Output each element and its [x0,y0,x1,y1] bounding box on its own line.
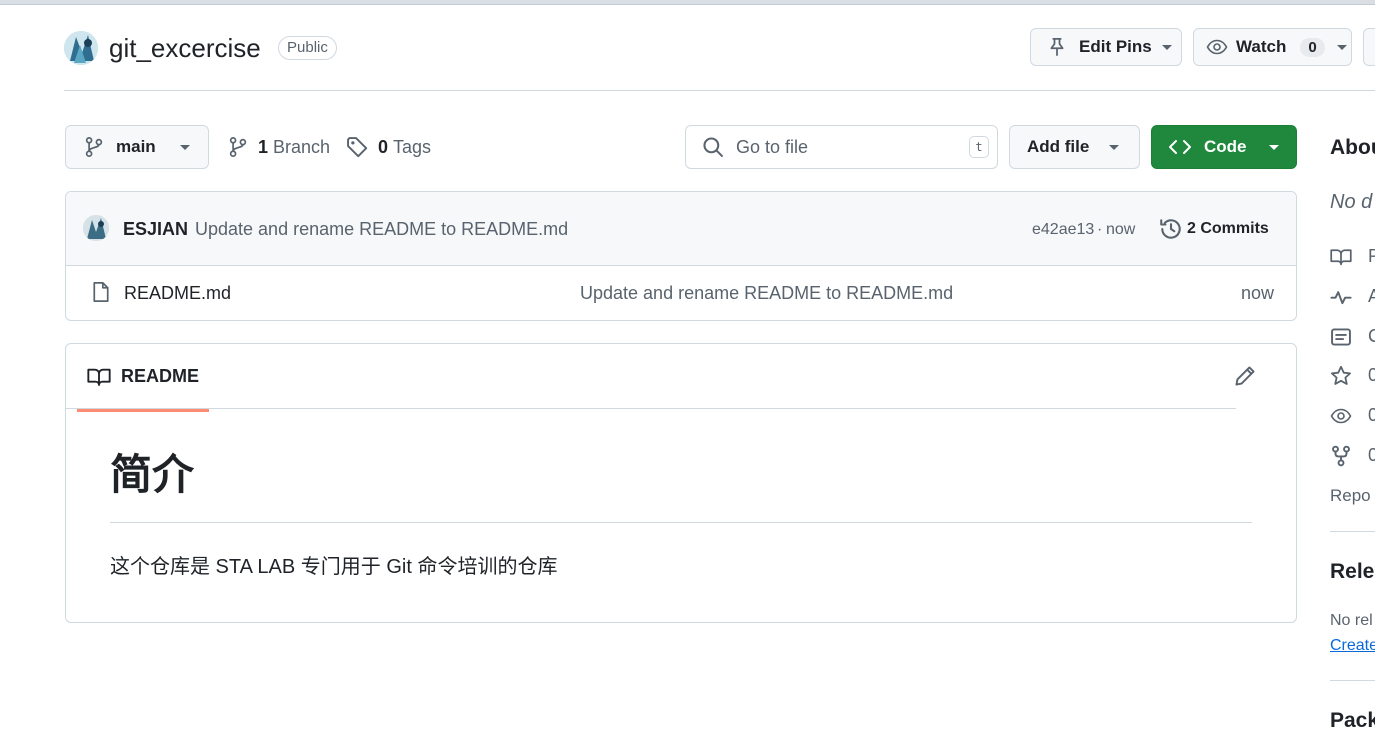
sidebar-activity-link[interactable]: A [1368,286,1375,307]
pulse-icon [1330,291,1352,305]
watch-button[interactable]: Watch 0 [1193,28,1352,66]
report-repository-link[interactable]: Repo [1330,486,1371,506]
branch-icon [85,136,103,158]
readme-tab-divider [66,408,1236,409]
pin-icon [1050,38,1064,56]
add-file-label: Add file [1027,137,1090,156]
watch-count: 0 [1300,37,1325,57]
edit-pins-button[interactable]: Edit Pins [1030,28,1182,66]
comment-icon [1331,328,1351,346]
code-button[interactable]: Code [1151,125,1297,169]
chevron-down-icon [1336,44,1347,50]
branch-label: Branch [273,136,331,157]
readme-box: README 简介 这个仓库是 STA LAB 专门用于 Git 命令培训的仓库 [65,343,1297,623]
commit-separator: · [1097,221,1103,238]
about-title: Abou [1330,136,1375,159]
tag-label: Tags [393,136,432,157]
branches-link[interactable]: 1 Branch [228,136,330,158]
no-releases-text: No rel [1330,612,1373,629]
readme-body-text: 这个仓库是 STA LAB 专门用于 Git 命令培训的仓库 [110,556,558,578]
readme-heading: 简介 [110,451,195,498]
sidebar-watching-count[interactable]: 0 [1368,405,1375,426]
commit-author[interactable]: ESJIAN [123,219,188,240]
code-label: Code [1204,137,1247,156]
file-time: now [1240,283,1274,303]
book-icon [87,368,111,386]
commits-count-label: 2 Commits [1187,220,1269,237]
readme-tab-label: README [120,366,199,386]
fork-button-partial[interactable] [1363,28,1375,66]
tags-link[interactable]: 0 Tags [346,136,431,158]
header-divider [64,90,1375,91]
search-placeholder: Go to file [736,136,809,157]
browser-top-edge [0,0,1375,5]
table-row[interactable]: README.md Update and rename README to RE… [66,265,1296,320]
branch-count: 1 [258,136,269,157]
commit-time: now [1106,221,1136,238]
file-commit-message[interactable]: Update and rename README to README.md [580,283,953,304]
fork-icon [1332,445,1350,467]
watch-label: Watch [1236,37,1287,56]
add-file-button[interactable]: Add file [1009,125,1140,169]
go-to-file-search[interactable]: Go to file t [685,125,998,169]
edit-pencil-icon[interactable] [1234,365,1256,387]
tag-icon [347,137,368,158]
about-description: No d [1330,191,1373,213]
commits-link[interactable]: 2 Commits [1159,217,1269,241]
keyboard-shortcut-hint: t [969,136,989,158]
avatar-image [64,31,98,65]
file-table: ESJIAN Update and rename README to READM… [65,191,1297,321]
file-icon [93,281,109,303]
create-release-link[interactable]: Create [1330,637,1375,655]
tab-readme[interactable]: README [77,344,209,412]
file-name[interactable]: README.md [124,283,231,304]
readme-heading-rule [110,522,1252,523]
sidebar-divider [1330,680,1375,681]
author-avatar-image [83,215,109,241]
star-icon [1331,365,1351,385]
sidebar-divider [1330,531,1375,532]
latest-commit-bar: ESJIAN Update and rename README to READM… [66,192,1296,266]
branch-icon [229,136,247,158]
eye-icon [1330,408,1352,424]
repo-name[interactable]: git_excercise [109,33,261,64]
edit-pins-label: Edit Pins [1079,37,1152,56]
sidebar-stars-count[interactable]: 0 [1368,365,1375,386]
history-icon [1160,219,1181,239]
chevron-down-icon [1109,144,1120,150]
book-icon [1330,249,1352,266]
chevron-down-icon [179,144,190,150]
releases-title[interactable]: Relea [1330,560,1375,584]
sidebar-readme-link[interactable]: R [1368,246,1375,267]
branch-select-button[interactable]: main [65,125,209,169]
visibility-badge: Public [278,36,337,60]
search-icon [703,137,723,157]
author-avatar[interactable] [83,215,109,241]
code-icon [1169,140,1191,154]
commit-hash[interactable]: e42ae13 [1032,221,1094,239]
tag-count: 0 [378,136,389,157]
chevron-down-icon [1268,144,1279,150]
commit-message[interactable]: Update and rename README to README.md [195,219,568,240]
packages-title[interactable]: Pack [1330,709,1375,733]
sidebar-forks-count[interactable]: 0 [1368,445,1375,466]
chevron-down-icon [1161,44,1172,50]
repo-avatar[interactable] [64,31,98,65]
eye-icon [1206,39,1228,55]
sidebar-custom-properties-link[interactable]: C [1368,326,1375,347]
branch-name: main [116,137,156,156]
